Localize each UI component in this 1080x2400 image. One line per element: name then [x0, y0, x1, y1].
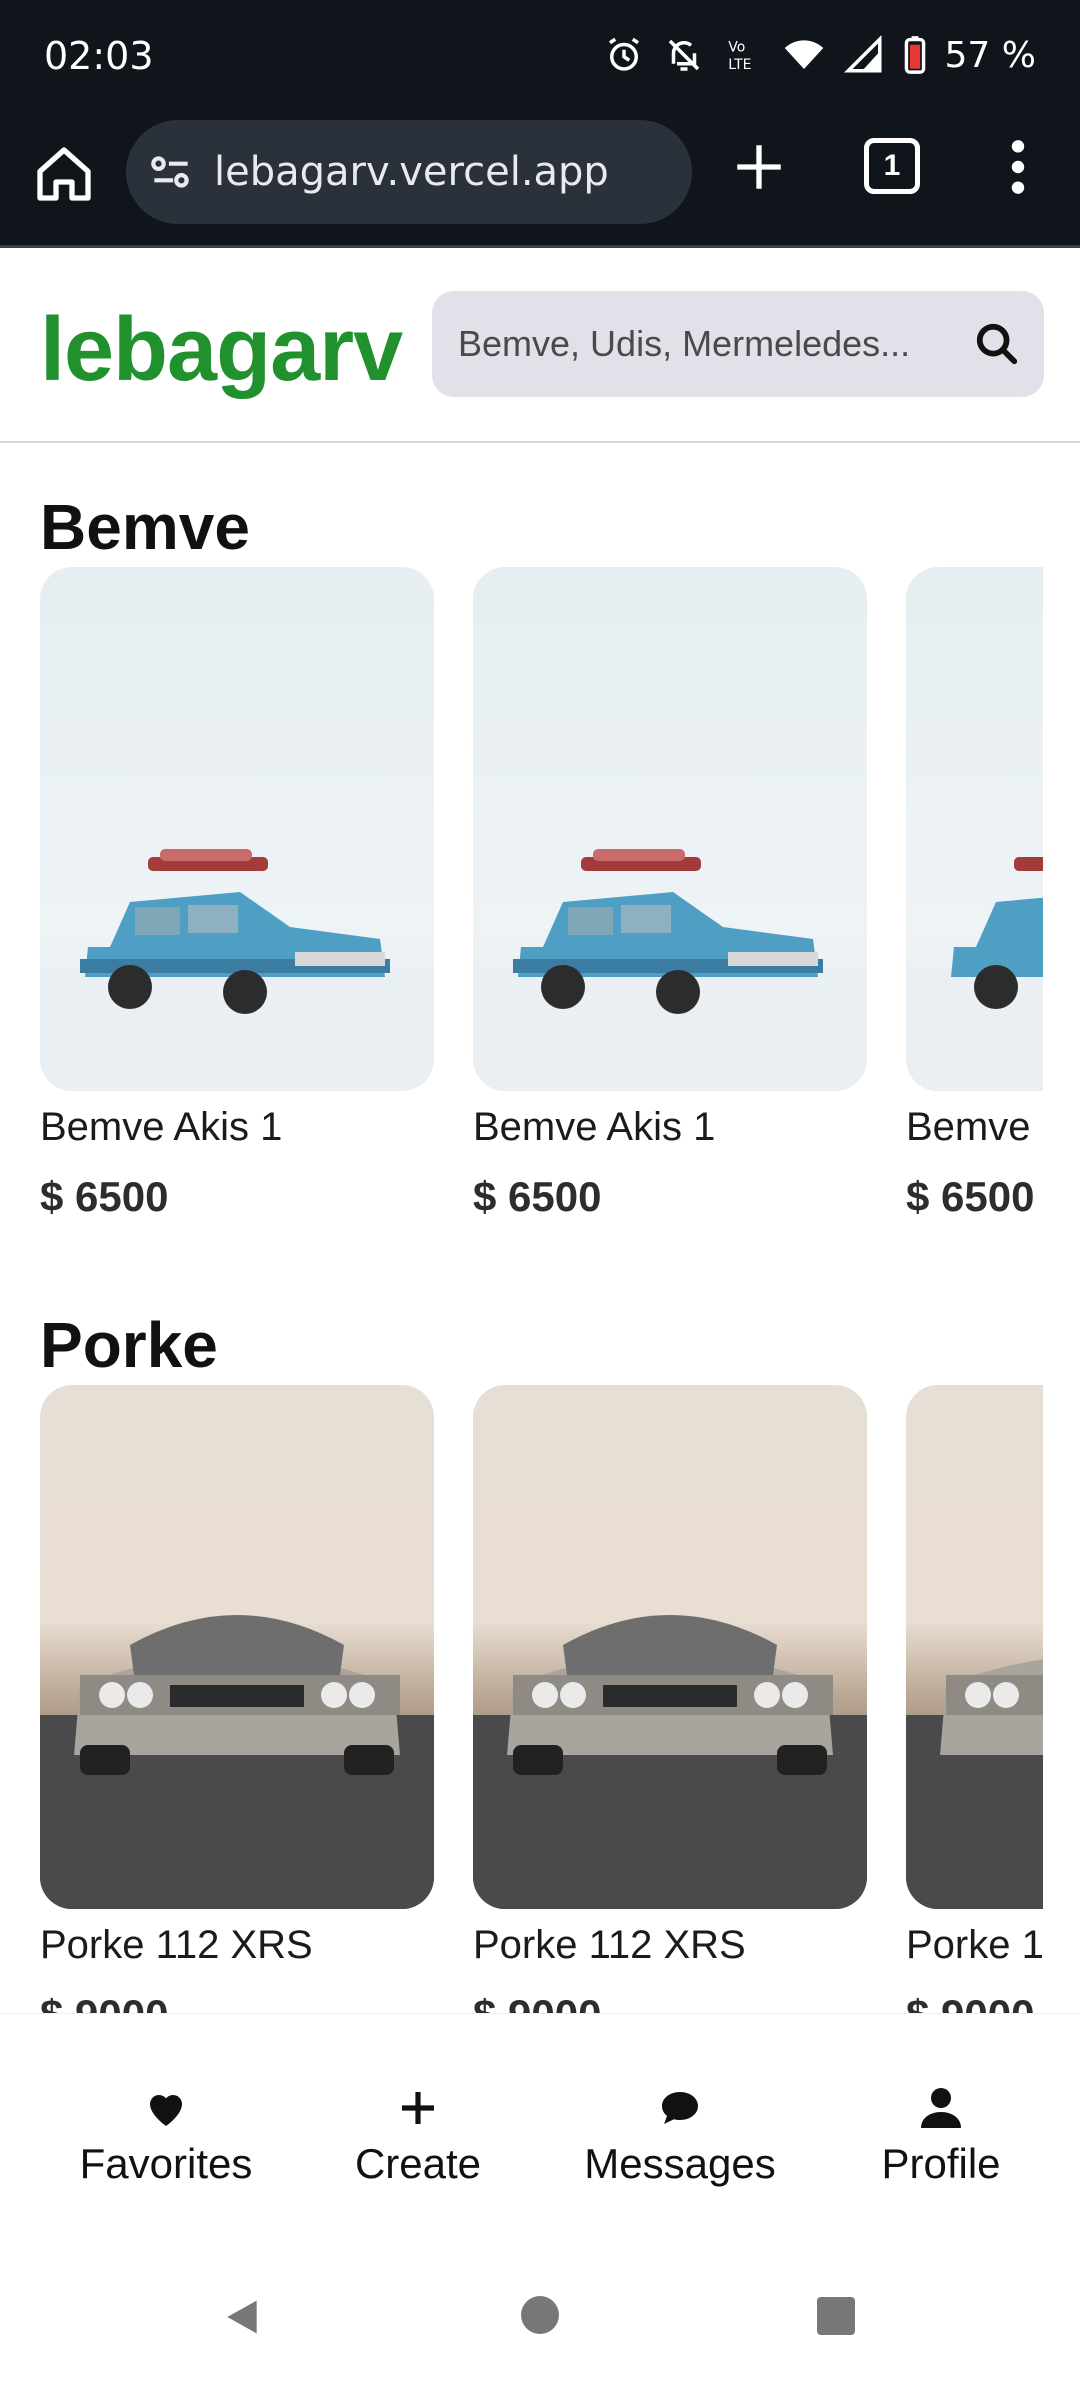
section-title: Porke — [40, 1309, 218, 1381]
chat-bubble-icon[interactable] — [656, 2084, 704, 2132]
svg-text:LTE: LTE — [728, 57, 751, 73]
back-icon[interactable] — [220, 2295, 264, 2339]
car-card[interactable]: Porke 112 XRS $ 9000 — [40, 1385, 434, 2013]
wifi-icon — [784, 40, 823, 69]
tab-switcher-button[interactable]: 1 — [864, 138, 920, 194]
bottom-nav: Favorites Create Messages Profile — [0, 2013, 1080, 2253]
car-card[interactable]: Bemve Akis 1 $ 6500 — [473, 567, 867, 1225]
category-section: Porke Porke 112 XRS Porke 112 XRS Porke … — [40, 1305, 1043, 2013]
car-photo[interactable] — [906, 1385, 1043, 1909]
url-text[interactable]: lebagarv.vercel.app — [214, 149, 609, 195]
category-section: Bemve Bemve Akis 1 $ 6500 Bemve Akis 1 $… — [40, 487, 1043, 1267]
car-title[interactable]: Bemve — [906, 1099, 1043, 1155]
car-photo[interactable] — [473, 1385, 867, 1909]
address-bar[interactable]: lebagarv.vercel.app — [126, 120, 692, 224]
alarm-icon — [608, 37, 639, 71]
user-icon[interactable] — [917, 2084, 965, 2132]
car-price: $ 9000 — [40, 1987, 434, 2013]
main-content: Bemve Bemve Akis 1 $ 6500 Bemve Akis 1 $… — [0, 443, 1080, 2013]
car-card[interactable]: Porke 112 XRS $ 9000 — [473, 1385, 867, 2013]
car-price: $ 6500 — [473, 1173, 602, 1220]
car-title[interactable]: Porke 112 XRS — [473, 1917, 867, 1973]
search-bar[interactable] — [432, 291, 1044, 397]
car-photo[interactable] — [473, 567, 867, 1091]
battery-icon — [904, 36, 925, 74]
svg-text:Vo: Vo — [728, 40, 745, 56]
car-card[interactable]: Bemve Akis 1 $ 6500 — [40, 567, 434, 1225]
status-icons: Vo LTE 57 % — [603, 34, 1036, 76]
car-price: $ 9000 — [906, 1987, 1043, 2013]
car-price: $ 6500 — [40, 1173, 169, 1220]
site-logo[interactable]: lebagarv — [40, 299, 403, 402]
section-title: Bemve — [40, 491, 250, 563]
battery-percent: 57 % — [944, 34, 1036, 76]
car-title[interactable]: Bemve Akis 1 — [473, 1099, 867, 1155]
car-carousel[interactable]: Bemve Akis 1 $ 6500 Bemve Akis 1 $ 6500 … — [40, 567, 1043, 1267]
volte-icon: VoLTE — [728, 40, 751, 74]
search-icon[interactable] — [974, 321, 1020, 367]
car-carousel[interactable]: Porke 112 XRS $ 9000 — [40, 1385, 1043, 2013]
recents-icon[interactable] — [817, 2297, 855, 2335]
bell-off-icon — [668, 39, 699, 71]
nav-favorites[interactable]: Favorites — [78, 2084, 254, 2188]
site-header: lebagarv — [0, 251, 1080, 443]
heart-icon[interactable] — [142, 2084, 190, 2132]
car-photo[interactable] — [40, 567, 434, 1091]
search-input[interactable] — [458, 291, 958, 397]
site-settings-icon[interactable] — [146, 147, 196, 197]
system-nav-bar — [0, 2253, 1080, 2400]
nav-create[interactable]: Create — [348, 2084, 488, 2188]
car-price: $ 9000 — [473, 1987, 867, 2013]
car-photo[interactable] — [40, 1385, 434, 1909]
plus-icon[interactable] — [394, 2084, 442, 2132]
car-card[interactable]: Bemve $ 6500 — [906, 567, 1043, 1225]
signal-icon — [843, 35, 882, 73]
nav-label[interactable]: Create — [355, 2140, 481, 2187]
home-icon[interactable] — [32, 142, 96, 206]
status-bar: 02:03 Vo LTE 57 % — [0, 0, 1080, 116]
new-tab-icon[interactable] — [730, 138, 788, 196]
car-title[interactable]: Porke 112 XRS — [40, 1917, 434, 1973]
browser-toolbar: lebagarv.vercel.app 1 — [0, 116, 1080, 248]
car-price: $ 6500 — [906, 1173, 1035, 1220]
nav-label[interactable]: Messages — [584, 2140, 775, 2187]
car-title[interactable]: Bemve Akis 1 — [40, 1099, 434, 1155]
status-time: 02:03 — [44, 34, 154, 78]
nav-label[interactable]: Favorites — [80, 2140, 253, 2187]
car-card[interactable]: Porke 1 $ 9000 — [906, 1385, 1043, 2013]
car-photo[interactable] — [906, 567, 1043, 1091]
car-title[interactable]: Porke 1 — [906, 1917, 1043, 1973]
more-menu-icon[interactable] — [998, 136, 1038, 198]
nav-profile[interactable]: Profile — [874, 2084, 1008, 2188]
nav-messages[interactable]: Messages — [580, 2084, 780, 2188]
home-circle-icon[interactable] — [521, 2296, 559, 2334]
nav-label[interactable]: Profile — [881, 2140, 1000, 2187]
